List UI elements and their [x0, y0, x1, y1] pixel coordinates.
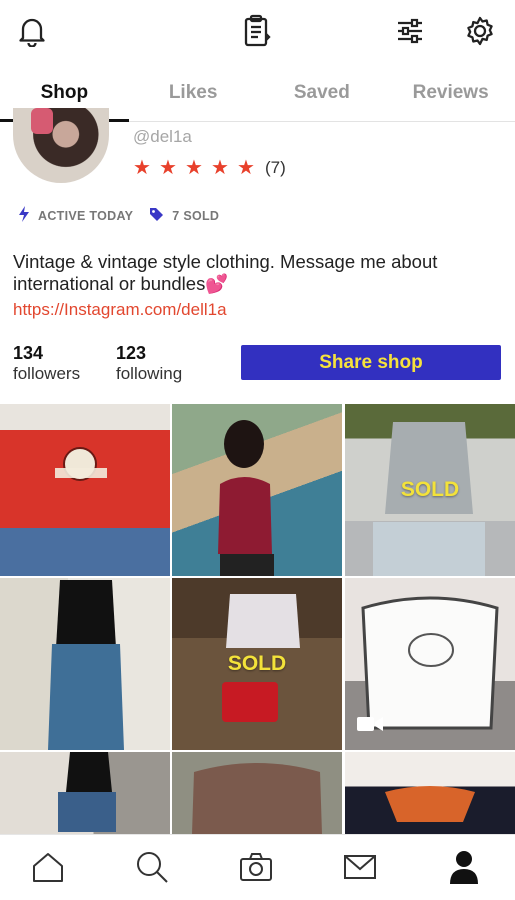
- followers-label: followers: [13, 364, 81, 383]
- tab-likes[interactable]: Likes: [129, 72, 258, 121]
- sold-overlay: SOLD: [227, 652, 287, 675]
- bell-icon[interactable]: [14, 13, 50, 49]
- listing-grid: SOLD SOLD: [0, 404, 515, 834]
- listing-photo: [218, 420, 274, 576]
- star-icon: ★: [185, 157, 203, 179]
- shop-bio: Vintage & vintage style clothing. Messag…: [13, 251, 438, 294]
- listing-photo: [55, 447, 107, 481]
- sold-overlay: SOLD: [400, 478, 460, 501]
- star-icon: ★: [159, 157, 177, 179]
- tab-saved[interactable]: Saved: [258, 72, 387, 121]
- following-label: following: [116, 364, 183, 383]
- rating-stars[interactable]: ★ ★ ★ ★ ★ (7): [133, 156, 286, 180]
- lightning-icon: [18, 206, 38, 225]
- review-count: (7): [265, 158, 286, 177]
- camera-icon[interactable]: [238, 849, 274, 885]
- listing-photo: [192, 763, 322, 834]
- followers-count: 134: [13, 343, 44, 363]
- listing-tile[interactable]: [0, 404, 170, 576]
- instagram-link[interactable]: https://Instagram.com/dell1a: [13, 300, 227, 320]
- share-shop-button[interactable]: Share shop: [241, 345, 501, 380]
- mail-icon[interactable]: [342, 849, 378, 885]
- tag-icon: [149, 207, 172, 225]
- following-count: 123: [116, 343, 147, 363]
- followers-stat[interactable]: 134 followers: [13, 343, 80, 385]
- video-icon: [357, 715, 383, 738]
- listing-tile[interactable]: [0, 752, 170, 834]
- sold-count: 7 SOLD: [172, 208, 220, 223]
- listing-tile[interactable]: SOLD: [345, 404, 515, 576]
- listing-photo: [385, 786, 475, 822]
- tab-reviews[interactable]: Reviews: [386, 72, 515, 121]
- top-bar: [0, 0, 515, 66]
- bottom-nav: [0, 834, 515, 900]
- shop-meta: ACTIVE TODAY 7 SOLD: [18, 206, 235, 225]
- star-icon: ★: [237, 157, 255, 179]
- star-icon: ★: [133, 157, 151, 179]
- following-stat[interactable]: 123 following: [116, 343, 182, 385]
- listing-tile[interactable]: SOLD: [172, 578, 342, 750]
- listing-tile[interactable]: [172, 752, 342, 834]
- listing-tile[interactable]: [345, 752, 515, 834]
- sliders-icon[interactable]: [392, 13, 428, 49]
- listing-tile[interactable]: [0, 578, 170, 750]
- clipboard-icon[interactable]: [239, 13, 275, 49]
- home-icon[interactable]: [30, 849, 66, 885]
- listing-tile[interactable]: [172, 404, 342, 576]
- listing-photo: [48, 580, 124, 750]
- shop-handle: @del1a: [133, 127, 192, 146]
- star-icon: ★: [211, 157, 229, 179]
- gear-icon[interactable]: [462, 13, 498, 49]
- active-status: ACTIVE TODAY: [38, 208, 134, 223]
- search-icon[interactable]: [134, 849, 170, 885]
- profile-icon[interactable]: [446, 849, 482, 885]
- listing-tile[interactable]: [345, 578, 515, 750]
- avatar[interactable]: [13, 108, 109, 183]
- listing-photo: [58, 752, 116, 832]
